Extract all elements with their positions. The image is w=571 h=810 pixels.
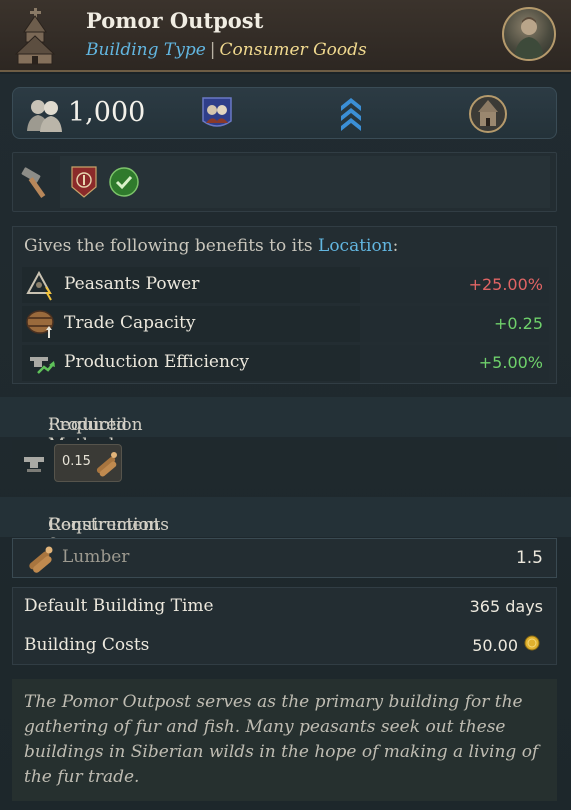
benefits-heading-colon: :: [392, 236, 399, 256]
benefit-label: Trade Capacity: [64, 313, 196, 333]
wooden-church-icon: [14, 8, 56, 65]
benefit-row-trade-capacity: Trade Capacity +0.25: [22, 306, 549, 342]
building-description: The Pomor Outpost serves as the primary …: [24, 692, 539, 787]
hammer-icon[interactable]: [18, 165, 54, 201]
building-level-chevrons-icon: [341, 98, 361, 131]
location-link[interactable]: Location: [318, 236, 393, 256]
production-input-amount: 0.15: [62, 454, 91, 469]
peasants-power-icon: [26, 270, 52, 301]
gold-coin-icon: [524, 635, 540, 651]
character-portrait[interactable]: [502, 7, 556, 61]
requirement-value: 1.5: [515, 548, 543, 568]
benefit-value: +0.25: [493, 314, 543, 333]
building-title: Pomor Outpost: [86, 8, 264, 33]
requirements-heading-bar: Requirements for Construction:: [0, 497, 571, 555]
benefit-row-peasants-power: Peasants Power +25.00%: [22, 267, 549, 303]
benefit-label: Production Efficiency: [64, 352, 250, 372]
subtitle-separator: |: [209, 40, 216, 60]
building-time-value: 365 days: [469, 597, 543, 616]
estate-icon[interactable]: [200, 95, 234, 133]
requirement-label: Lumber: [62, 547, 130, 567]
lumber-icon: [96, 452, 117, 477]
production-efficiency-icon: [30, 357, 55, 374]
benefit-value: +5.00%: [478, 353, 543, 372]
benefits-heading-text: Gives the following benefits to its: [24, 236, 319, 256]
benefit-value: +25.00%: [468, 275, 543, 294]
building-type-link[interactable]: Building Type: [86, 40, 206, 60]
benefit-label: Peasants Power: [64, 274, 200, 294]
production-method-heading-bar: Required Production Method:: [0, 397, 571, 455]
benefit-row-production-efficiency: Production Efficiency +5.00%: [22, 345, 549, 381]
portrait-figure-icon: [514, 17, 544, 59]
tier-one-shield-icon[interactable]: [70, 165, 98, 199]
construction-link[interactable]: Construction: [48, 515, 160, 535]
population-value: 1,000: [68, 97, 146, 128]
requirements-heading-colon: :: [48, 515, 54, 535]
building-subtitle: Building Type | Consumer Goods: [86, 40, 367, 60]
green-check-icon[interactable]: [108, 166, 140, 198]
building-type-badge-icon[interactable]: [468, 94, 508, 134]
lumber-icon: [29, 546, 53, 573]
building-costs-label: Building Costs: [24, 635, 150, 655]
population-icon: [27, 100, 62, 132]
benefits-heading: Gives the following benefits to its Loca…: [24, 236, 398, 256]
anvil-icon: [24, 457, 44, 472]
building-time-label: Default Building Time: [24, 596, 214, 616]
building-category: Consumer Goods: [219, 40, 367, 60]
production-heading-colon: :: [48, 415, 54, 435]
building-costs-value: 50.00: [472, 636, 518, 655]
tooltip-header: Pomor Outpost Building Type | Consumer Goo…: [0, 0, 571, 72]
trade-capacity-icon: [26, 310, 54, 338]
